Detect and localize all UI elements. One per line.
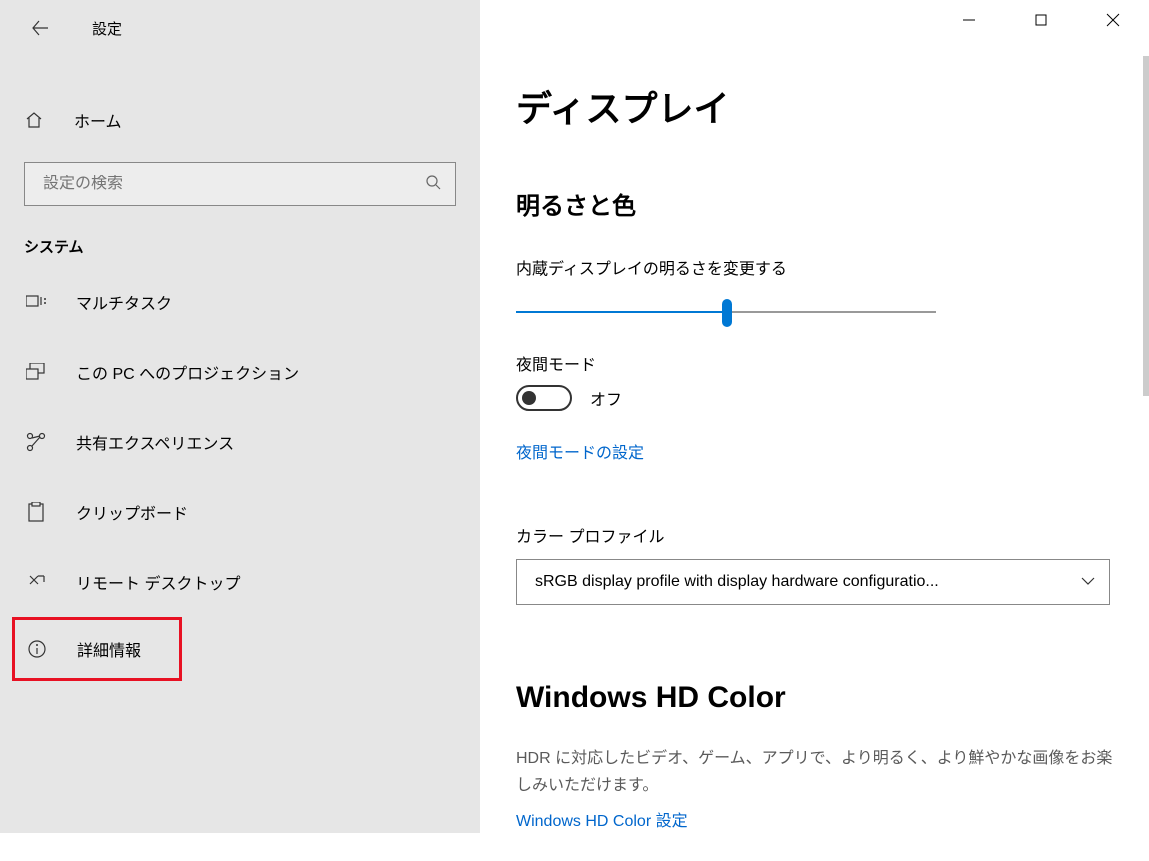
page-title: ディスプレイ [516, 80, 1113, 132]
slider-thumb[interactable] [722, 299, 732, 327]
search-box[interactable] [24, 162, 456, 206]
app-title: 設定 [92, 18, 122, 39]
clipboard-icon [26, 502, 46, 522]
night-mode-state: オフ [590, 386, 622, 410]
night-mode-toggle[interactable] [516, 385, 572, 411]
chevron-down-icon [1081, 573, 1095, 591]
brightness-label: 内蔵ディスプレイの明るさを変更する [516, 255, 1113, 279]
maximize-icon [1035, 14, 1047, 26]
nav-label: マルチタスク [76, 290, 172, 314]
nav-label: 詳細情報 [77, 637, 141, 661]
section-label: システム [24, 236, 480, 257]
main-content: ディスプレイ 明るさと色 内蔵ディスプレイの明るさを変更する 夜間モード オフ … [480, 0, 1149, 861]
home-icon [24, 110, 44, 130]
color-profile-dropdown[interactable]: sRGB display profile with display hardwa… [516, 559, 1110, 605]
color-profile-value: sRGB display profile with display hardwa… [535, 573, 1081, 591]
window-controls [933, 0, 1149, 40]
hd-color-title: Windows HD Color [516, 681, 1113, 715]
sidebar: 設定 ホーム システム マルチタスク [0, 0, 480, 833]
multitask-icon [26, 294, 46, 310]
nav-shared[interactable]: 共有エクスペリエンス [0, 407, 480, 477]
hd-color-settings-link[interactable]: Windows HD Color 設定 [516, 807, 688, 831]
nav-clipboard[interactable]: クリップボード [0, 477, 480, 547]
home-label: ホーム [74, 108, 122, 132]
close-button[interactable] [1077, 0, 1149, 40]
night-mode-label: 夜間モード [516, 351, 1113, 375]
minimize-icon [963, 14, 975, 26]
nav-multitask[interactable]: マルチタスク [0, 267, 480, 337]
toggle-knob [522, 391, 536, 405]
nav-about[interactable]: 詳細情報 [12, 617, 182, 681]
color-profile-label: カラー プロファイル [516, 523, 1113, 547]
search-icon [425, 174, 441, 195]
nav-label: リモート デスクトップ [76, 570, 240, 594]
scrollbar[interactable] [1143, 56, 1149, 396]
maximize-button[interactable] [1005, 0, 1077, 40]
sidebar-header: 設定 [0, 0, 480, 56]
hd-color-description: HDR に対応したビデオ、ゲーム、アプリで、より明るく、より鮮やかな画像をお楽し… [516, 745, 1113, 799]
main-panel: ディスプレイ 明るさと色 内蔵ディスプレイの明るさを変更する 夜間モード オフ … [480, 0, 1149, 833]
night-mode-settings-link[interactable]: 夜間モードの設定 [516, 439, 644, 463]
share-icon [26, 432, 46, 452]
night-mode-row: オフ [516, 385, 1113, 411]
close-icon [1106, 13, 1120, 27]
projection-icon [26, 363, 46, 381]
back-button[interactable] [30, 18, 50, 38]
nav-label: 共有エクスペリエンス [76, 430, 234, 454]
remote-icon [26, 572, 46, 592]
minimize-button[interactable] [933, 0, 1005, 40]
back-arrow-icon [31, 19, 49, 37]
nav-label: この PC へのプロジェクション [76, 360, 299, 384]
hd-color-section: Windows HD Color HDR に対応したビデオ、ゲーム、アプリで、よ… [516, 681, 1113, 861]
search-input[interactable] [43, 175, 425, 193]
slider-track-fill [516, 311, 726, 313]
info-icon [27, 639, 47, 659]
nav-projection[interactable]: この PC へのプロジェクション [0, 337, 480, 407]
nav-label: クリップボード [76, 500, 188, 524]
nav-remote[interactable]: リモート デスクトップ [0, 547, 480, 617]
brightness-section-title: 明るさと色 [516, 186, 1113, 221]
brightness-slider[interactable] [516, 299, 936, 327]
home-nav[interactable]: ホーム [0, 96, 480, 144]
